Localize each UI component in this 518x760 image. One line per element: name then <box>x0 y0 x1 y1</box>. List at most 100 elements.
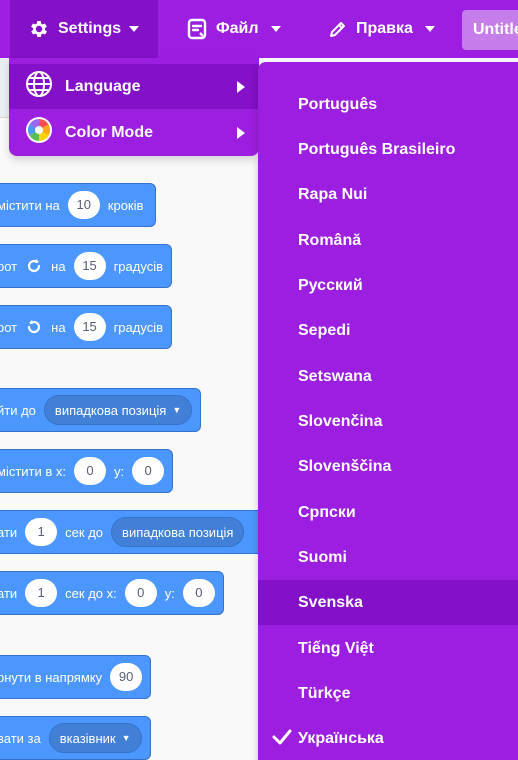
language-option-label: Türkçe <box>298 684 351 702</box>
language-option-label: Slovenčina <box>298 412 383 430</box>
language-option[interactable]: Setswana <box>258 354 518 399</box>
language-option-hovered[interactable]: Svenska <box>258 580 518 625</box>
block-text: рнути в напрямку <box>0 669 103 685</box>
language-option[interactable]: Tiếng Việt <box>258 626 518 671</box>
language-option-label: Rapa Nui <box>298 185 368 203</box>
file-menu[interactable]: Файл <box>186 0 281 58</box>
chevron-down-icon <box>270 26 281 32</box>
x-input[interactable]: 0 <box>74 457 106 485</box>
submenu-arrow-icon <box>237 81 245 93</box>
dropdown-value: вказівник <box>59 730 116 746</box>
dropdown-value: випадкова позиція <box>54 402 167 418</box>
language-menu-item[interactable]: Language <box>9 64 259 109</box>
block-text: рот <box>0 258 18 274</box>
language-option[interactable]: Türkçe <box>258 671 518 716</box>
language-option-label: Suomi <box>298 548 347 566</box>
language-option-label: Tiếng Việt <box>298 639 374 657</box>
block-text: y: <box>114 463 125 479</box>
block-text: на <box>51 319 66 335</box>
goto-target-dropdown[interactable]: випадкова позиція ▼ <box>43 395 193 425</box>
language-option-label: Svenska <box>298 593 363 611</box>
color-mode-label: Color Mode <box>65 123 153 141</box>
point-towards-block[interactable]: вати за вказівник ▼ <box>0 716 151 760</box>
block-text: йти до <box>0 402 36 418</box>
caret-down-icon: ▼ <box>172 405 182 415</box>
language-option[interactable]: Српски <box>258 490 518 535</box>
point-direction-block[interactable]: рнути в напрямку 90 <box>0 655 152 699</box>
seconds-input[interactable]: 1 <box>25 579 58 607</box>
y-input[interactable]: 0 <box>132 457 165 485</box>
settings-label: Settings <box>58 20 122 37</box>
language-option[interactable]: Slovenčina <box>258 399 518 444</box>
turn-right-block[interactable]: рот на 15 градусів <box>0 244 172 288</box>
language-option[interactable]: Rapa Nui <box>258 172 518 217</box>
language-option[interactable]: Suomi <box>258 535 518 580</box>
project-title-input[interactable]: Untitled <box>462 10 518 50</box>
move-steps-block[interactable]: містити на 10 кроків <box>0 183 157 227</box>
language-option-label: Sepedi <box>298 321 351 339</box>
block-text: на <box>51 258 66 274</box>
chevron-down-icon <box>424 26 435 32</box>
settings-menu[interactable]: Settings <box>10 0 158 58</box>
language-option-label: Українська <box>298 729 384 747</box>
goto-block[interactable]: йти до випадкова позиція ▼ <box>0 388 202 432</box>
seconds-input[interactable]: 1 <box>25 518 58 546</box>
block-text: рот <box>0 319 18 335</box>
glide-target-dropdown[interactable]: випадкова позиція <box>111 517 245 547</box>
turn-left-block[interactable]: рот на 15 градусів <box>0 305 172 349</box>
block-text: градусів <box>113 319 163 335</box>
gear-icon <box>28 18 50 40</box>
language-option[interactable]: Română <box>258 218 518 263</box>
language-option[interactable]: Português Brasileiro <box>258 127 518 172</box>
language-submenu: Português Português Brasileiro Rapa Nui … <box>258 62 518 760</box>
language-option-label: Română <box>298 231 362 249</box>
chevron-down-icon <box>129 26 140 32</box>
language-option-label: Setswana <box>298 367 372 385</box>
rotate-right-icon <box>25 257 43 275</box>
degrees-input[interactable]: 15 <box>73 252 106 280</box>
pencil-icon <box>328 19 348 39</box>
block-text: містити в x: <box>0 463 66 479</box>
block-text: ати <box>0 585 18 601</box>
block-text: сек до <box>65 524 104 540</box>
language-option-selected[interactable]: Українська <box>258 716 518 760</box>
block-text: вати за <box>0 730 41 746</box>
checkmark-icon <box>272 728 292 751</box>
menu-bar: Settings Файл Правка Untitled <box>0 0 518 58</box>
language-option[interactable]: Slovenščina <box>258 444 518 489</box>
block-text: сек до x: <box>65 585 117 601</box>
block-text: градусів <box>113 258 163 274</box>
direction-input[interactable]: 90 <box>110 663 143 691</box>
dropdown-value: випадкова позиція <box>122 524 234 540</box>
block-text: містити на <box>0 197 60 213</box>
x-input[interactable]: 0 <box>124 579 157 607</box>
towards-target-dropdown[interactable]: вказівник ▼ <box>48 723 142 753</box>
glide-xy-block[interactable]: ати 1 сек до x: 0 y: 0 <box>0 571 224 615</box>
language-label: Language <box>65 77 141 95</box>
edit-label: Правка <box>356 20 413 37</box>
language-option-label: Português <box>298 95 378 113</box>
file-label: Файл <box>216 20 259 37</box>
y-input[interactable]: 0 <box>182 579 215 607</box>
edit-menu[interactable]: Правка <box>328 0 435 58</box>
block-text: y: <box>164 585 175 601</box>
goto-xy-block[interactable]: містити в x: 0 y: 0 <box>0 449 174 493</box>
steps-input[interactable]: 10 <box>67 191 100 219</box>
settings-dropdown: Language Color Mode <box>9 58 259 156</box>
language-option[interactable]: Sepedi <box>258 308 518 353</box>
glide-block[interactable]: ати 1 сек до випадкова позиція <box>0 510 280 554</box>
degrees-input[interactable]: 15 <box>73 313 106 341</box>
caret-down-icon: ▼ <box>121 733 131 743</box>
language-option-label: Português Brasileiro <box>298 140 456 158</box>
submenu-arrow-icon <box>237 127 245 139</box>
language-option-label: Slovenščina <box>298 457 392 475</box>
language-option[interactable]: Português <box>258 82 518 127</box>
block-text: ати <box>0 524 18 540</box>
color-mode-menu-item[interactable]: Color Mode <box>9 110 259 155</box>
language-option[interactable]: Русский <box>258 263 518 308</box>
globe-icon <box>25 70 53 103</box>
file-icon <box>186 18 208 40</box>
language-option-label: Српски <box>298 503 356 521</box>
language-option-label: Русский <box>298 276 363 294</box>
color-wheel-icon <box>25 116 53 149</box>
